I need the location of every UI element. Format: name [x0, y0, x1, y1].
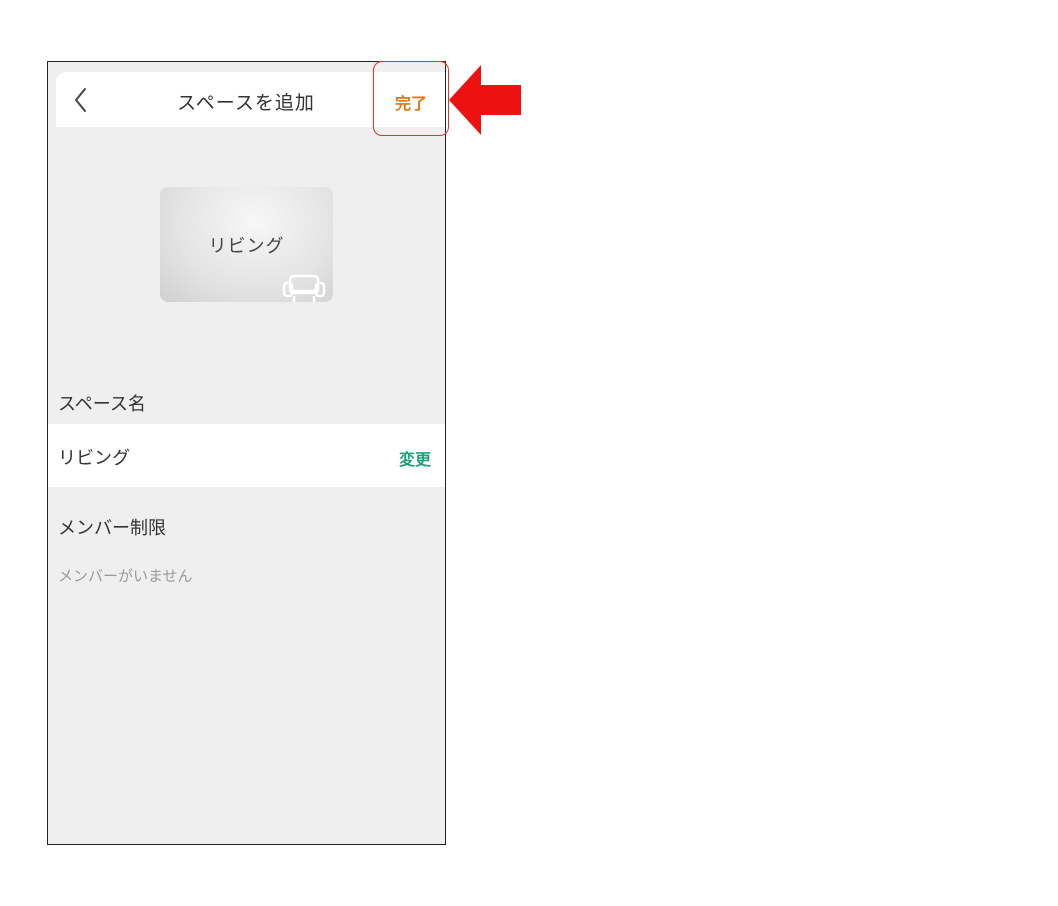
- no-members-text: メンバーがいません: [58, 567, 193, 585]
- space-name-value: リビング: [58, 448, 130, 469]
- sofa-icon: [282, 274, 326, 302]
- change-name-button[interactable]: 変更: [399, 446, 431, 470]
- space-image-card[interactable]: リビング: [160, 187, 333, 302]
- phone-screen: スペースを追加 完了 リビング スペース名 リビング 変更 メンバー制限 メンバ…: [47, 61, 446, 845]
- space-name-row: リビング 変更: [48, 424, 445, 487]
- annotation-highlight-box: [373, 61, 449, 136]
- space-name-heading: スペース名: [58, 394, 146, 415]
- member-limit-heading: メンバー制限: [58, 518, 166, 539]
- annotation-arrow-icon: [449, 65, 521, 135]
- space-card-label: リビング: [208, 236, 285, 257]
